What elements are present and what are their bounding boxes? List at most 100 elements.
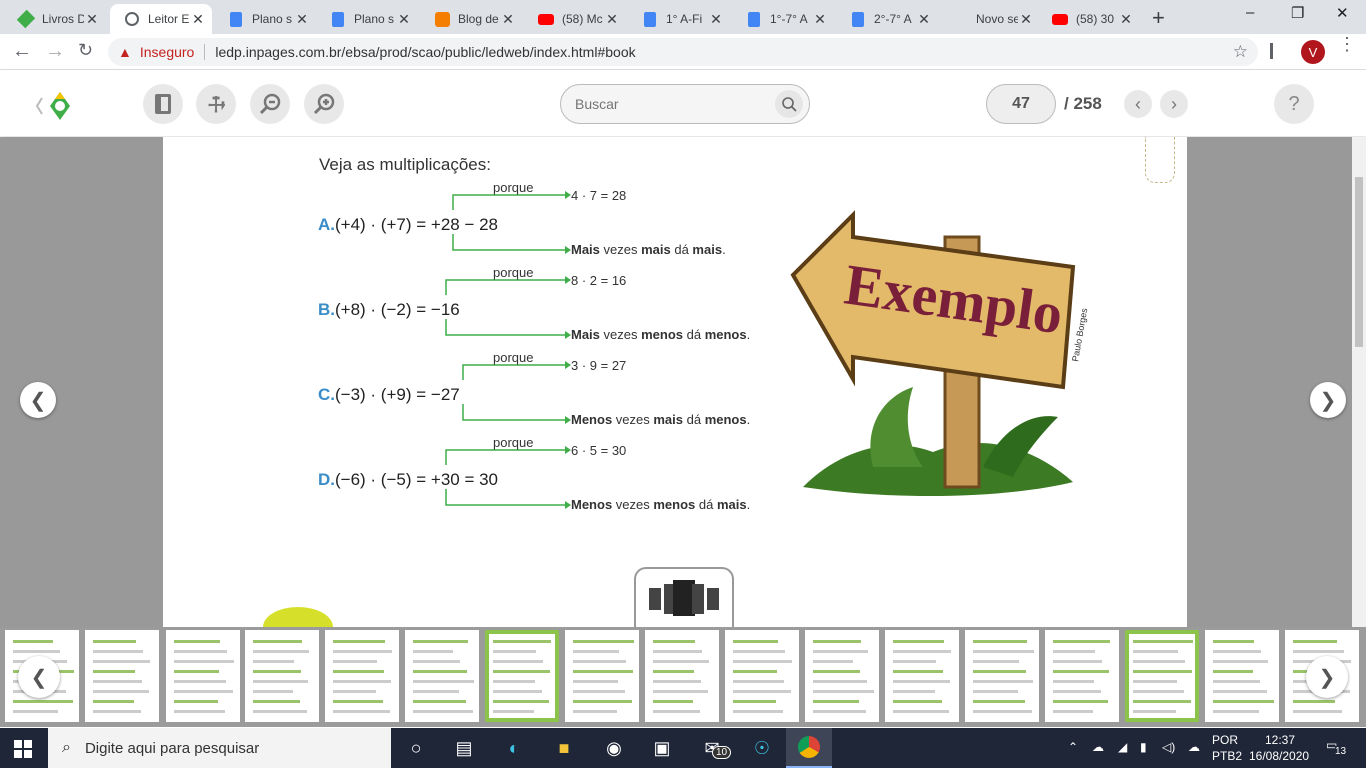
omnibox[interactable]: ▲ Inseguro ledp.inpages.com.br/ebsa/prod… — [108, 38, 1258, 66]
help-button[interactable]: ? — [1274, 84, 1314, 124]
language-layout[interactable]: PTB2 — [1212, 749, 1242, 763]
close-tab-icon[interactable]: ✕ — [916, 11, 932, 28]
thumbnail-line — [1213, 670, 1253, 673]
prev-page-button[interactable]: ‹ — [1124, 90, 1152, 118]
clock-date[interactable]: 16/08/2020 — [1249, 749, 1309, 763]
close-tab-icon[interactable]: ✕ — [396, 11, 412, 28]
next-page-button[interactable]: › — [1160, 90, 1188, 118]
battery-icon[interactable]: ▮ — [1140, 740, 1147, 754]
zoom-out-button[interactable] — [250, 84, 290, 124]
browser-tab[interactable]: Livros D ✕ — [4, 4, 106, 34]
vertical-scrollbar[interactable] — [1352, 137, 1366, 627]
page-thumbnail[interactable] — [805, 630, 879, 722]
browser-tab[interactable]: (58) Mc ✕ — [524, 4, 626, 34]
close-tab-icon[interactable]: ✕ — [1018, 11, 1034, 28]
thumbnail-toggle-button[interactable] — [634, 567, 734, 627]
thumbs-next-button[interactable]: ❯ — [1306, 656, 1348, 698]
browser-tab[interactable]: 1° A-Fi ✕ — [628, 4, 730, 34]
browser-tab[interactable]: (58) 30 ✕ — [1038, 4, 1140, 34]
page-thumbnail[interactable] — [325, 630, 399, 722]
notification-icon[interactable]: ▭ 13 — [1326, 738, 1347, 757]
url-text[interactable]: ledp.inpages.com.br/ebsa/prod/scao/publi… — [215, 44, 635, 60]
browser-tab[interactable]: 1°-7° A ✕ — [732, 4, 834, 34]
browser-app-icon[interactable]: ☉ — [750, 736, 774, 760]
scrollbar-thumb[interactable] — [1355, 177, 1363, 347]
page-thumbnail[interactable] — [166, 630, 240, 722]
page-thumbnail[interactable] — [85, 630, 159, 722]
close-tab-icon[interactable]: ✕ — [294, 11, 310, 28]
tray-expand-icon[interactable]: ⌃ — [1068, 740, 1078, 754]
chrome-taskbar-button[interactable] — [786, 728, 832, 768]
browser-tab[interactable]: 2°-7° A ✕ — [836, 4, 938, 34]
forward-icon[interactable]: → — [45, 40, 65, 63]
search-icon[interactable] — [775, 90, 803, 118]
obs-icon[interactable]: ◉ — [602, 736, 626, 760]
bookmark-tab[interactable] — [1145, 137, 1175, 183]
next-page-arrow[interactable]: ❯ — [1310, 382, 1346, 418]
reload-icon[interactable]: ↻ — [78, 40, 93, 61]
page-thumbnail[interactable] — [885, 630, 959, 722]
tools-button[interactable]: ⚒ — [196, 84, 236, 124]
page-thumbnail[interactable] — [405, 630, 479, 722]
rule-fragment: mais — [653, 412, 683, 427]
maximize-icon[interactable]: ❐ — [1291, 4, 1304, 22]
tab-title: Livros D — [42, 12, 84, 26]
page-thumbnail[interactable] — [1045, 630, 1119, 722]
thumbnail-line — [413, 670, 467, 673]
page-thumbnail[interactable] — [1205, 630, 1279, 722]
profile-avatar[interactable]: V — [1301, 40, 1325, 64]
close-window-icon[interactable]: ✕ — [1336, 4, 1349, 22]
thumbs-prev-button[interactable]: ❮ — [18, 656, 60, 698]
windows-start-icon[interactable] — [14, 740, 32, 758]
language-lang[interactable]: POR — [1212, 733, 1238, 747]
task-view-icon[interactable]: ▤ — [452, 736, 476, 760]
page-thumbnail[interactable] — [1125, 630, 1199, 722]
browser-tab[interactable]: Leitor E ✕ — [110, 4, 212, 34]
volume-icon[interactable]: ◁) — [1162, 740, 1175, 754]
close-tab-icon[interactable]: ✕ — [500, 11, 516, 28]
page-thumbnail[interactable] — [245, 630, 319, 722]
browser-tab[interactable]: Blog de ✕ — [420, 4, 522, 34]
page-thumbnail[interactable] — [965, 630, 1039, 722]
close-tab-icon[interactable]: ✕ — [84, 11, 100, 28]
page-thumbnail[interactable] — [485, 630, 559, 722]
example-letter: A. — [318, 215, 335, 234]
browser-tab[interactable]: Novo separ✕ — [938, 4, 1040, 34]
summary-button[interactable] — [143, 84, 183, 124]
cortana-icon[interactable]: ○ — [404, 736, 428, 760]
browser-tab[interactable]: Plano s ✕ — [214, 4, 316, 34]
browser-tab[interactable]: Plano s ✕ — [316, 4, 418, 34]
menu-dots-icon[interactable]: ⋮ — [1338, 35, 1356, 53]
page-number-input[interactable]: 47 — [986, 84, 1056, 124]
store-icon[interactable]: ▣ — [650, 736, 674, 760]
close-tab-icon[interactable]: ✕ — [812, 11, 828, 28]
close-tab-icon[interactable]: ✕ — [1118, 11, 1134, 28]
onedrive-icon[interactable]: ☁ — [1188, 740, 1200, 754]
zoom-in-button[interactable] — [304, 84, 344, 124]
prev-page-arrow[interactable]: ❮ — [20, 382, 56, 418]
clock-time[interactable]: 12:37 — [1265, 733, 1295, 747]
minimize-icon[interactable]: – — [1246, 4, 1254, 21]
close-tab-icon[interactable]: ✕ — [708, 11, 724, 28]
thumbnail-line — [493, 640, 551, 643]
thumbnail-line — [413, 680, 474, 683]
file-explorer-icon[interactable]: ■ — [552, 736, 576, 760]
close-tab-icon[interactable]: ✕ — [190, 11, 206, 28]
taskbar-search[interactable]: ⌕ Digite aqui para pesquisar — [48, 728, 391, 768]
mail-icon[interactable]: ✉ 10 — [700, 736, 732, 760]
new-tab-icon[interactable]: + — [1152, 5, 1165, 31]
page-thumbnail[interactable] — [645, 630, 719, 722]
back-icon[interactable]: ← — [12, 40, 32, 63]
bookmark-star-icon[interactable]: ☆ — [1233, 42, 1248, 62]
media-control-icon[interactable] — [1270, 43, 1286, 59]
close-tab-icon[interactable]: ✕ — [604, 11, 620, 28]
search-input[interactable] — [575, 96, 765, 112]
wifi-icon[interactable]: ◢ — [1118, 740, 1127, 754]
weather-icon[interactable]: ☁ — [1092, 740, 1104, 754]
porque-label: porque — [493, 180, 534, 195]
page-thumbnail[interactable] — [565, 630, 639, 722]
logo-back-icon[interactable] — [34, 90, 74, 122]
thumbnail-line — [493, 690, 542, 693]
page-thumbnail[interactable] — [725, 630, 799, 722]
edge-icon[interactable]: ◐ — [502, 736, 526, 760]
